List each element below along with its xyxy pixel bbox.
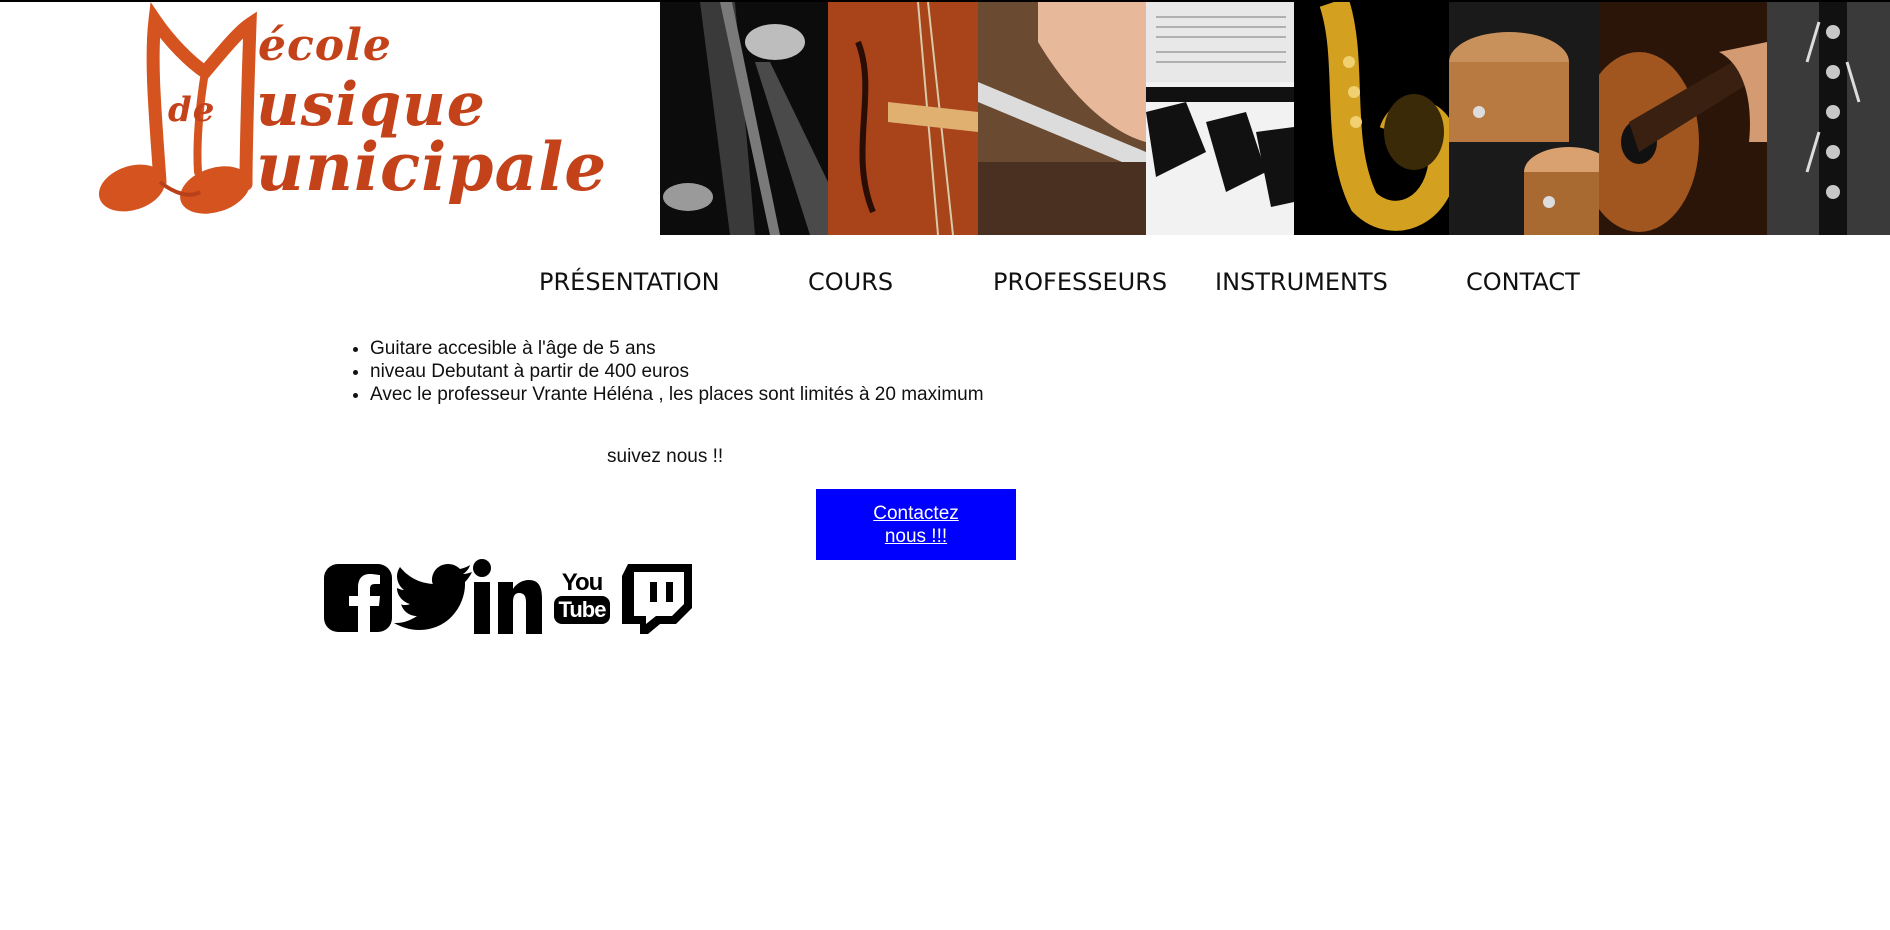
youtube-tube-text: Tube [554, 596, 610, 624]
banner-guitar-image [1599, 2, 1767, 235]
banner-piano-image [1146, 2, 1294, 235]
list-item: Avec le professeur Vrante Héléna , les p… [370, 383, 984, 406]
youtube-icon[interactable]: You Tube [554, 570, 610, 630]
banner-flute-image [978, 2, 1146, 235]
course-info-list: Guitare accesible à l'âge de 5 ans nivea… [370, 337, 984, 406]
school-logo[interactable]: école de usique unicipale [0, 2, 660, 235]
logo-word-ecole: école [258, 20, 392, 71]
banner-drums-image [1449, 2, 1599, 235]
banner-saxophone-image [1294, 2, 1449, 235]
instrument-banner [660, 2, 1890, 235]
linkedin-icon[interactable] [472, 558, 542, 636]
twitch-icon[interactable] [620, 562, 694, 636]
banner-double-bass-image [660, 2, 828, 235]
youtube-you-text: You [561, 569, 604, 596]
facebook-icon[interactable] [322, 562, 394, 634]
nav-professeurs[interactable]: PROFESSEURS [993, 268, 1167, 296]
logo-word-de: de [168, 90, 216, 130]
contact-us-button[interactable]: Contactez nous !!! [816, 489, 1016, 560]
nav-instruments[interactable]: INSTRUMENTS [1215, 268, 1388, 296]
nav-contact[interactable]: CONTACT [1466, 268, 1580, 296]
banner-violin-image [828, 2, 978, 235]
nav-cours[interactable]: COURS [808, 268, 893, 296]
list-item: niveau Debutant à partir de 400 euros [370, 360, 984, 383]
banner-clarinet-image [1767, 2, 1890, 235]
main-nav: PRÉSENTATION COURS PROFESSEURS INSTRUMEN… [0, 268, 1890, 308]
logo-word-unicipale: unicipale [256, 128, 608, 206]
twitter-icon[interactable] [394, 562, 474, 632]
list-item: Guitare accesible à l'âge de 5 ans [370, 337, 984, 360]
nav-presentation[interactable]: PRÉSENTATION [539, 268, 720, 296]
follow-us-text: suivez nous !! [607, 446, 724, 467]
